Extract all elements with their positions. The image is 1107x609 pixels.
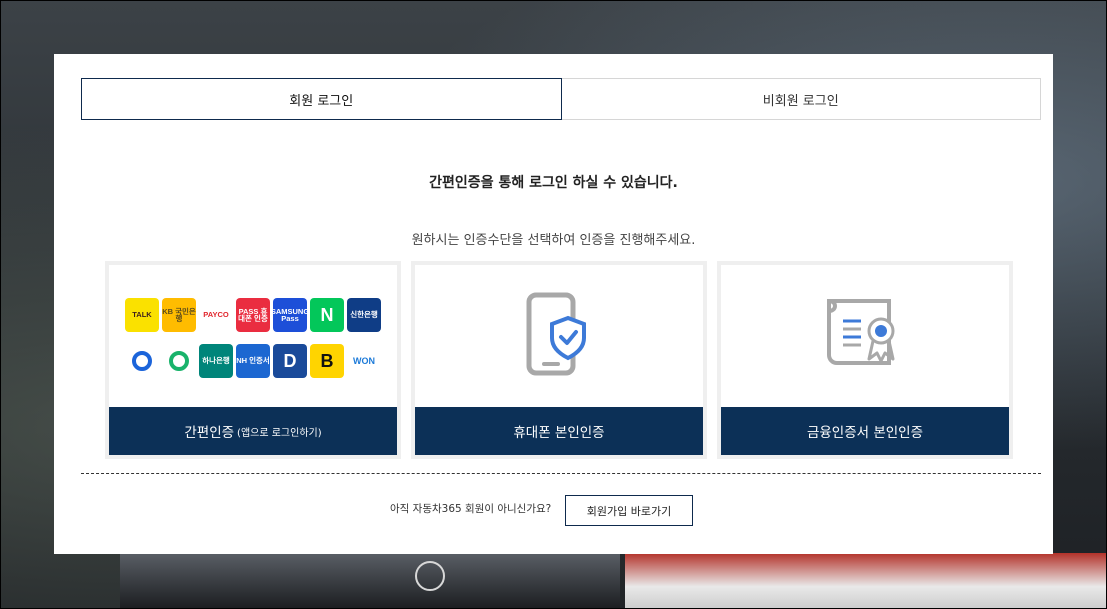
payco-icon: PAYCO [199, 298, 233, 332]
woori-won-icon: WON [347, 344, 381, 378]
cert-auth-visual [721, 265, 1009, 409]
auth-method-cards: TALK KB 국민은행 PAYCO PASS 휴대폰 인증 SAMSUNG Pass N… [105, 261, 1013, 459]
simple-auth-label: 간편인증 [184, 425, 235, 441]
dream-security-icon: D [273, 344, 307, 378]
certificate-icon [827, 299, 895, 365]
nh-bank-icon: NH 인증서 [236, 344, 270, 378]
phone-auth-visual [415, 265, 703, 409]
login-panel: 회원 로그인 비회원 로그인 간편인증을 통해 로그인 하실 수 있습니다. 원… [54, 54, 1053, 554]
login-subline: 원하시는 인증수단을 선택하여 인증을 진행해주세요. [411, 233, 696, 248]
kakaotalk-icon: TALK [125, 298, 159, 332]
background-car-right [625, 553, 1107, 609]
signup-button[interactable]: 회원가입 바로가기 [565, 495, 693, 526]
signup-question: 아직 자동차365 회원이 아니신가요? [390, 503, 552, 515]
simple-auth-card[interactable]: TALK KB 국민은행 PAYCO PASS 휴대폰 인증 SAMSUNG Pass N… [105, 261, 401, 459]
shinhan-bank-icon: 신한은행 [347, 298, 381, 332]
samsung-pass-icon: SAMSUNG Pass [271, 298, 309, 332]
b-icon: B [310, 344, 344, 378]
car-emblem-decoration [415, 561, 445, 591]
hana-bank-icon: 하나은행 [199, 344, 233, 378]
phone-auth-card[interactable]: 휴대폰 본인인증 [411, 261, 707, 459]
cert-auth-button[interactable]: 금융인증서 본인인증 [721, 407, 1009, 455]
simple-auth-sublabel: (앱으로 로그인하기) [237, 427, 322, 439]
login-tabs: 회원 로그인 비회원 로그인 [81, 78, 1041, 120]
tab-member-login[interactable]: 회원 로그인 [81, 78, 562, 120]
phone-shield-icon [526, 292, 586, 376]
phone-auth-label: 휴대폰 본인인증 [513, 425, 605, 441]
provider-logo-grid: TALK KB 국민은행 PAYCO PASS 휴대폰 인증 SAMSUNG Pass N… [125, 298, 381, 378]
toss-icon [125, 344, 159, 378]
cert-auth-label: 금융인증서 본인인증 [806, 425, 924, 441]
kb-bank-icon: KB 국민은행 [162, 298, 196, 332]
simple-auth-button[interactable]: 간편인증 (앱으로 로그인하기) [109, 407, 397, 455]
dashed-divider [81, 473, 1041, 474]
login-headline: 간편인증을 통해 로그인 하실 수 있습니다. [429, 175, 678, 191]
banksalad-icon [162, 344, 196, 378]
cert-auth-card[interactable]: 금융인증서 본인인증 [717, 261, 1013, 459]
background-car-left [120, 553, 620, 609]
phone-auth-button[interactable]: 휴대폰 본인인증 [415, 407, 703, 455]
pass-icon: PASS 휴대폰 인증 [236, 298, 270, 332]
naver-icon: N [310, 298, 344, 332]
simple-auth-logos: TALK KB 국민은행 PAYCO PASS 휴대폰 인증 SAMSUNG Pass N… [109, 265, 397, 409]
tab-guest-login[interactable]: 비회원 로그인 [561, 78, 1041, 120]
